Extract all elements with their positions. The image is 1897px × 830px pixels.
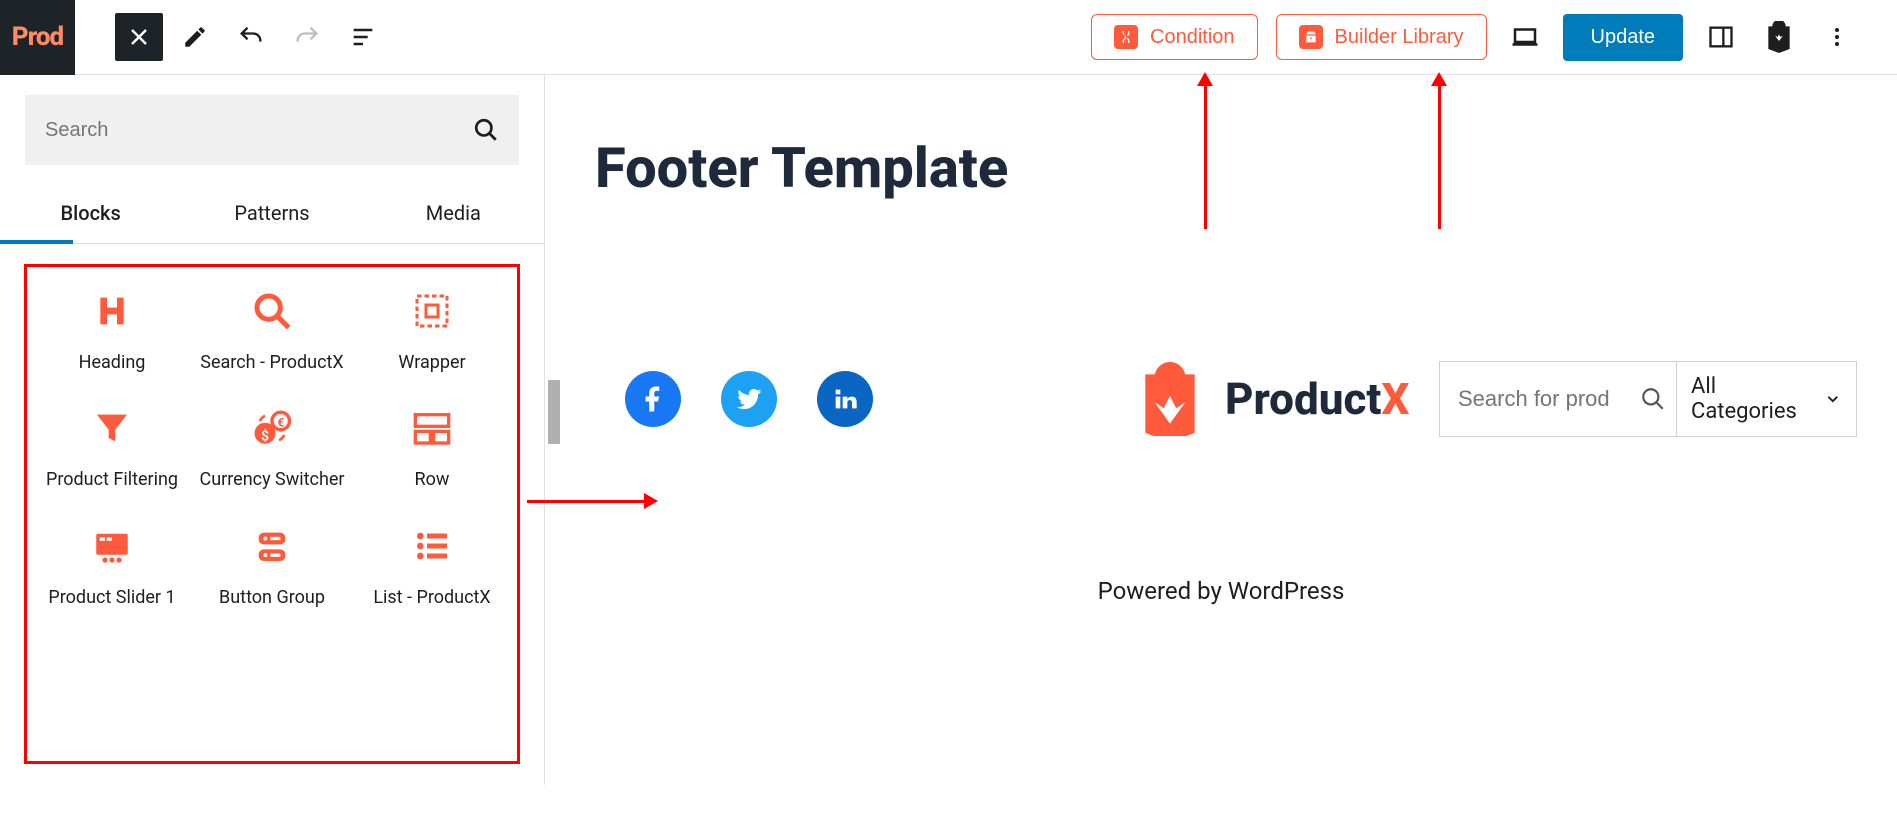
redo-button[interactable]	[283, 13, 331, 61]
redo-icon	[293, 23, 321, 51]
tab-patterns[interactable]: Patterns	[181, 185, 362, 243]
bag-icon	[1763, 21, 1795, 53]
annotation-arrowhead-3	[1431, 72, 1447, 86]
search-icon	[473, 117, 499, 143]
search-input[interactable]	[45, 119, 473, 142]
pencil-icon	[182, 24, 208, 50]
product-search-icon[interactable]	[1630, 386, 1676, 412]
block-row[interactable]: Row	[357, 404, 507, 491]
powered-by-text: Powered by WordPress	[585, 577, 1857, 605]
listview-icon	[349, 23, 377, 51]
settings-panel-button[interactable]	[1701, 17, 1741, 57]
social-icons	[625, 371, 873, 427]
productx-wordmark: ProductX	[1225, 373, 1409, 425]
block-button-group[interactable]: Button Group	[197, 522, 347, 609]
condition-button[interactable]: Condition	[1091, 14, 1258, 60]
block-product-slider[interactable]: Product Slider 1	[37, 522, 187, 609]
annotation-arrow-1	[527, 500, 647, 503]
edit-tool-button[interactable]	[171, 13, 219, 61]
library-label: Builder Library	[1335, 26, 1464, 49]
annotation-arrowhead-1	[644, 493, 658, 509]
category-select[interactable]: All Categories	[1676, 362, 1856, 436]
annotation-arrow-2	[1204, 84, 1207, 229]
block-currency-switcher[interactable]: $€ Currency Switcher	[197, 404, 347, 491]
inserter-tabs: Blocks Patterns Media	[0, 185, 544, 244]
page-title: Footer Template	[595, 135, 1857, 201]
svg-text:€: €	[277, 416, 284, 430]
annotation-arrow-3	[1438, 84, 1441, 229]
productx-mark-icon	[1133, 362, 1207, 436]
sidebar-icon	[1707, 23, 1735, 51]
block-wrapper[interactable]: Wrapper	[357, 287, 507, 374]
laptop-icon	[1510, 22, 1540, 52]
chevron-down-icon	[1824, 390, 1842, 408]
condition-icon	[1114, 25, 1138, 49]
condition-label: Condition	[1150, 26, 1235, 49]
close-inserter-button[interactable]	[115, 13, 163, 61]
linkedin-icon	[831, 385, 859, 413]
listview-button[interactable]	[339, 13, 387, 61]
facebook-button[interactable]	[625, 371, 681, 427]
linkedin-button[interactable]	[817, 371, 873, 427]
close-icon	[127, 25, 151, 49]
list-icon	[408, 522, 456, 570]
currency-icon: $€	[248, 404, 296, 452]
wrapper-icon	[408, 287, 456, 335]
product-search-input[interactable]	[1440, 362, 1630, 436]
tab-media[interactable]: Media	[363, 185, 544, 243]
block-search-field[interactable]	[25, 95, 519, 165]
block-heading[interactable]: Heading	[37, 287, 187, 374]
productx-button[interactable]	[1759, 17, 1799, 57]
product-search-widget: All Categories	[1439, 361, 1857, 437]
more-options-button[interactable]	[1817, 17, 1857, 57]
wp-logo[interactable]: Prod	[0, 0, 75, 75]
block-inserter-panel: Blocks Patterns Media Heading Search - P…	[0, 75, 545, 785]
facebook-icon	[638, 384, 668, 414]
svg-text:$: $	[261, 428, 269, 445]
library-icon	[1299, 25, 1323, 49]
block-search-productx[interactable]: Search - ProductX	[197, 287, 347, 374]
search-block-icon	[248, 287, 296, 335]
filter-icon	[88, 404, 136, 452]
slider-icon	[88, 522, 136, 570]
heading-icon	[88, 287, 136, 335]
row-icon	[408, 404, 456, 452]
buttongroup-icon	[248, 522, 296, 570]
block-product-filtering[interactable]: Product Filtering	[37, 404, 187, 491]
blocks-list: Heading Search - ProductX Wrapper	[24, 264, 520, 764]
twitter-icon	[734, 384, 764, 414]
device-preview-button[interactable]	[1505, 17, 1545, 57]
update-button[interactable]: Update	[1563, 14, 1684, 61]
builder-library-button[interactable]: Builder Library	[1276, 14, 1487, 60]
undo-button[interactable]	[227, 13, 275, 61]
undo-icon	[237, 23, 265, 51]
editor-canvas[interactable]: Footer Template ProductX	[545, 75, 1897, 785]
footer-content-row: ProductX All Categories	[585, 361, 1857, 437]
scrollbar[interactable]	[522, 360, 538, 830]
kebab-icon	[1825, 25, 1849, 49]
top-toolbar: Prod Condition Builder Library	[0, 0, 1897, 75]
twitter-button[interactable]	[721, 371, 777, 427]
block-list-productx[interactable]: List - ProductX	[357, 522, 507, 609]
tab-blocks[interactable]: Blocks	[0, 185, 181, 243]
productx-logo: ProductX	[1133, 362, 1409, 436]
annotation-arrowhead-2	[1197, 72, 1213, 86]
